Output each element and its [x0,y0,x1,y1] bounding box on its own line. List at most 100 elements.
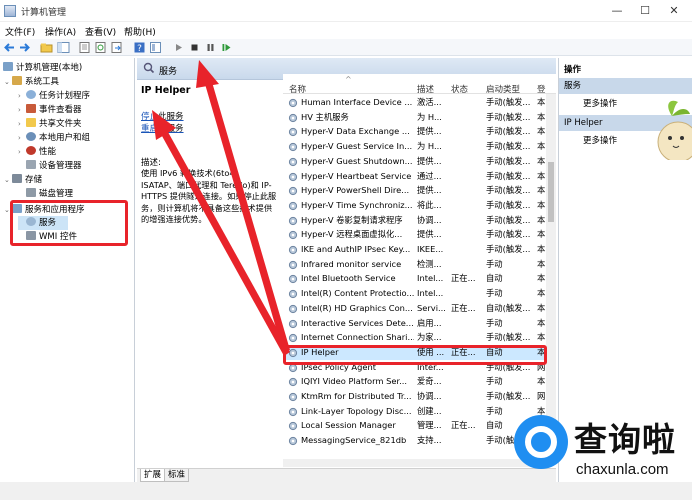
services-header-title: 服务 [159,67,178,77]
chevron-right-icon[interactable]: › [18,89,26,103]
export-icon[interactable] [110,41,123,54]
service-startup-type: 手动 [486,258,503,269]
table-row[interactable]: Intel Bluetooth Service Intel... 正在... 自动本 [283,271,545,286]
service-name: IKE and AuthIP IPsec Key... [301,244,411,254]
tree-item-task-scheduler[interactable]: › 任务计划程序 [18,89,90,103]
column-header-startup-type[interactable]: 启动类型 [486,83,520,95]
scrollbar-thumb[interactable] [548,162,554,222]
help-icon[interactable]: ? [133,41,146,54]
restart-service-link[interactable]: 重启此服务 [141,122,184,134]
table-row[interactable]: Human Interface Device ... 激活... 手动(触发... 本 [283,95,545,110]
vertical-scrollbar[interactable] [546,94,556,460]
tree-item-device-manager[interactable]: 设备管理器 [18,159,82,173]
chevron-right-icon[interactable]: › [18,103,26,117]
properties-icon[interactable] [78,41,91,54]
maximize-button[interactable]: ☐ [631,3,659,19]
table-row[interactable]: Local Session Manager管理...正在...自动本 [283,418,545,433]
table-row[interactable]: Hyper-V 卷影复制请求程序 协调... 手动(触发... 本 [283,213,545,228]
tab-standard[interactable]: 标准 [164,469,190,482]
service-description-cell: 管理... [417,420,442,431]
service-description-cell: 提供... [417,155,442,166]
column-header-name[interactable]: 名称 [289,83,306,95]
table-row[interactable]: Infrared monitor service 检测... 手动本 [283,257,545,272]
column-header-description[interactable]: 描述 [417,83,434,95]
view-icon[interactable] [149,41,162,54]
pause-icon[interactable] [204,41,217,54]
service-gear-icon [288,128,298,137]
service-startup-type: 自动 [486,273,503,284]
service-startup-type: 手动(触发... [486,97,531,107]
restart-icon[interactable] [220,41,233,54]
table-row[interactable]: Hyper-V Data Exchange ... 提供... 手动(触发... 本 [283,124,545,139]
table-row[interactable]: Hyper-V 远程桌面虚拟化... 提供... 手动(触发... 本 [283,227,545,242]
tree-item-performance[interactable]: › 性能 [18,145,56,159]
table-row[interactable]: HV 主机服务为 H... 手动(触发... 本 [283,110,545,125]
tree-item-event-viewer[interactable]: › 事件查看器 [18,103,82,117]
service-description-cell: 通过... [417,170,442,181]
menu-file[interactable]: 文件(F) [5,25,35,38]
service-gear-icon [288,289,298,299]
service-gear-icon [288,172,298,181]
stop-service-link[interactable]: 停止此服务 [141,110,184,122]
table-row[interactable]: Hyper-V Time Synchroniz... 将此... 手动(触发... 本 [283,198,545,213]
table-row[interactable]: Hyper-V Guest Service In... 为 H... 手动(触发..… [283,139,545,154]
table-row[interactable]: Link-Layer Topology Disc... 创建... 手动本 [283,404,545,419]
table-row[interactable]: Interactive Services Dete... 启用... 手动本 [283,316,545,331]
more-actions-services[interactable]: 更多操作 [583,97,617,109]
play-icon[interactable] [172,41,185,54]
table-row[interactable]: KtmRm for Distributed Tr... 协调... 手动(触发...… [283,389,545,404]
service-name: Interactive Services Dete... [301,317,414,328]
shared-folder-icon [26,118,36,127]
menu-view[interactable]: 查看(V) [85,25,116,38]
tree-item-shared-folders[interactable]: › 共享文件夹 [18,117,82,131]
service-startup-type: 手动(触发... [486,391,531,401]
table-row[interactable]: Internet Connection Shari... 为家... 手动(触发..… [283,330,545,345]
back-icon[interactable] [3,41,16,54]
horizontal-scrollbar[interactable] [283,459,546,467]
service-gear-icon [288,113,298,122]
performance-icon [26,146,36,155]
tree-root-computer-management[interactable]: 计算机管理(本地) [3,61,82,75]
tree-item-storage[interactable]: ⌄ 存储 [4,173,42,187]
restart-link-text[interactable]: 重启 [141,124,158,134]
table-row[interactable]: Hyper-V Heartbeat Service 通过... 手动(触发... 本 [283,169,545,184]
table-row[interactable]: Hyper-V Guest Shutdown... 提供... 手动(触发... 本 [283,154,545,169]
show-hide-tree-icon[interactable] [57,41,70,54]
menu-action[interactable]: 操作(A) [45,25,76,38]
tree-label: 系统工具 [25,77,60,87]
highlight-services-tree [10,200,128,246]
service-gear-icon [288,231,298,240]
forward-icon[interactable] [18,41,31,54]
close-button[interactable]: ✕ [660,3,688,19]
table-row[interactable]: Hyper-V PowerShell Dire... 提供... 手动(触发... 本 [283,183,545,198]
table-row[interactable]: Intel(R) HD Graphics Con... Servi... 正在...… [283,301,545,316]
table-row[interactable]: Intel(R) Content Protectio... Intel... 手动本 [283,286,545,301]
column-header-logon[interactable]: 登 [537,83,546,95]
column-header-status[interactable]: 状态 [451,83,468,95]
service-name: Local Session Manager [301,420,396,431]
chevron-right-icon[interactable]: › [18,145,26,159]
service-name: Intel(R) HD Graphics Con... [301,302,413,313]
stop-icon[interactable] [188,41,201,54]
minimize-button[interactable]: — [603,3,631,19]
menu-help[interactable]: 帮助(H) [124,25,156,38]
refresh-icon[interactable] [94,41,107,54]
tree-label: 事件查看器 [39,105,82,115]
service-name: Human Interface Device ... [301,97,413,107]
tree-item-disk-management[interactable]: 磁盘管理 [18,187,73,201]
chevron-right-icon[interactable]: › [18,117,26,131]
actions-section-services[interactable]: 服务 [559,78,692,94]
tab-extended[interactable]: 扩展 [140,469,166,482]
table-row[interactable]: MessagingService_821db支持...手动(触发...本 [283,433,545,448]
tree-item-local-users-groups[interactable]: › 本地用户和组 [18,131,90,145]
service-description-cell: 爱奇... [417,376,442,387]
chevron-down-icon[interactable]: ⌄ [4,75,12,89]
stop-link-text[interactable]: 停止 [141,112,158,122]
up-folder-icon[interactable] [40,41,53,54]
tree-item-system-tools[interactable]: ⌄ 系统工具 [4,75,59,89]
table-row[interactable]: IQIYI Video Platform Ser... 爱奇... 手动本 [283,374,545,389]
table-row[interactable]: IKE and AuthIP IPsec Key... IKEE... 手动(触发.… [283,242,545,257]
chevron-down-icon[interactable]: ⌄ [4,173,12,187]
more-actions-ip-helper[interactable]: 更多操作 [583,134,617,146]
chevron-right-icon[interactable]: › [18,131,26,145]
